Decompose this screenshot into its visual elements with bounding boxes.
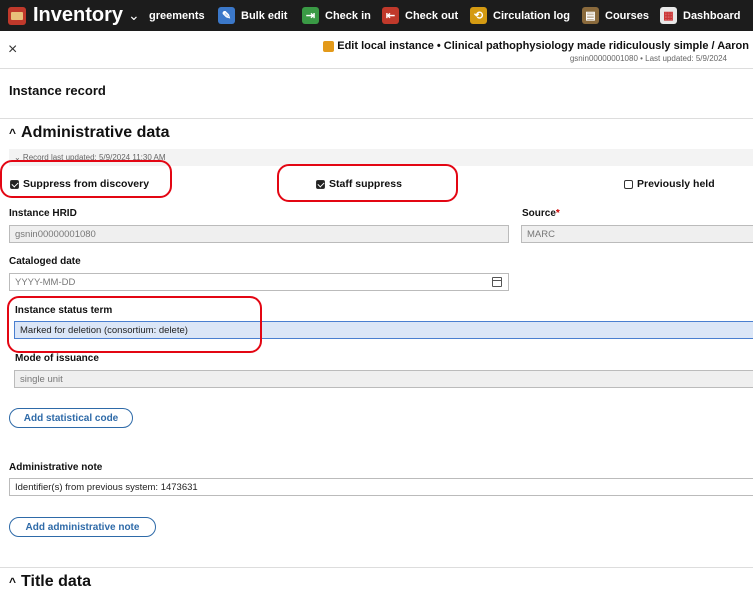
- instance-hrid-field: gsnin00000001080: [9, 225, 509, 243]
- nav-check-in[interactable]: ⇥ Check in: [302, 4, 371, 27]
- close-icon[interactable]: ×: [8, 41, 17, 59]
- check-in-icon: ⇥: [302, 7, 319, 24]
- title-data-accordion[interactable]: ^ Title data: [9, 573, 91, 591]
- annotation-highlight-status-term: [7, 296, 262, 353]
- divider: [0, 68, 753, 69]
- administrative-note-label: Administrative note: [9, 462, 103, 473]
- mode-of-issuance-select: single unit: [14, 370, 753, 388]
- nav-label: Bulk edit: [241, 9, 288, 22]
- annotation-highlight-suppress-discovery: [0, 160, 172, 198]
- page-subtitle: gsnin00000001080 • Last updated: 5/9/202…: [569, 54, 727, 63]
- source-label: Source*: [522, 208, 560, 219]
- divider: [0, 118, 753, 119]
- calendar-icon[interactable]: [492, 277, 502, 287]
- section-title: Administrative data: [21, 124, 170, 141]
- nav-agreements[interactable]: greements: [149, 4, 205, 27]
- checkbox-unchecked-icon[interactable]: [624, 179, 633, 189]
- date-placeholder: YYYY-MM-DD: [15, 276, 76, 288]
- page-title: Edit local instance • Clinical pathophys…: [323, 40, 749, 52]
- nav-courses[interactable]: ▤ Courses: [582, 4, 649, 27]
- bulk-edit-icon: ✎: [218, 7, 235, 24]
- nav-dashboard[interactable]: ▦ Dashboard: [660, 4, 740, 27]
- add-statistical-code-button[interactable]: Add statistical code: [9, 408, 133, 428]
- cataloged-date-input[interactable]: YYYY-MM-DD: [9, 273, 509, 291]
- chevron-down-icon: ⌄: [128, 7, 140, 23]
- cataloged-date-label: Cataloged date: [9, 256, 81, 267]
- nav-label: Check in: [325, 9, 371, 22]
- nav-check-out[interactable]: ⇤ Check out: [382, 4, 458, 27]
- administrative-note-input[interactable]: Identifier(s) from previous system: 1473…: [9, 478, 753, 496]
- courses-icon: ▤: [582, 7, 599, 24]
- instance-icon: [323, 40, 335, 52]
- nav-circulation-log[interactable]: ⟲ Circulation log: [470, 4, 570, 27]
- source-label-text: Source: [522, 208, 556, 219]
- nav-bulk-edit[interactable]: ✎ Bulk edit: [218, 4, 287, 27]
- annotation-highlight-staff-suppress: [277, 164, 458, 202]
- instance-hrid-label: Instance HRID: [9, 208, 77, 219]
- dashboard-icon: ▦: [660, 7, 677, 24]
- previously-held-checkbox[interactable]: Previously held: [624, 178, 715, 190]
- chevron-up-icon: ^: [9, 126, 17, 140]
- check-out-icon: ⇤: [382, 7, 399, 24]
- required-marker: *: [555, 208, 560, 219]
- nav-label: Dashboard: [683, 9, 741, 22]
- section-title: Title data: [21, 573, 91, 590]
- app-name: Inventory: [33, 4, 124, 26]
- chevron-up-icon: ^: [9, 575, 17, 589]
- instance-record-heading: Instance record: [9, 83, 106, 98]
- top-nav-bar: Inventory ⌄ greements ✎ Bulk edit ⇥ Chec…: [0, 0, 753, 31]
- mode-of-issuance-label: Mode of issuance: [15, 353, 99, 364]
- inventory-app-icon: [8, 6, 26, 25]
- nav-label: Circulation log: [493, 9, 570, 22]
- nav-label: greements: [149, 9, 205, 22]
- divider: [0, 567, 753, 568]
- app-switcher[interactable]: Inventory ⌄: [8, 2, 140, 29]
- circulation-log-icon: ⟲: [470, 7, 487, 24]
- source-field: MARC: [521, 225, 753, 243]
- nav-label: Courses: [605, 9, 650, 22]
- add-administrative-note-button[interactable]: Add administrative note: [9, 517, 156, 537]
- nav-label: Check out: [405, 9, 459, 22]
- checkbox-label: Previously held: [637, 178, 715, 190]
- administrative-data-accordion[interactable]: ^ Administrative data: [9, 124, 170, 142]
- page-title-text: Edit local instance • Clinical pathophys…: [337, 40, 749, 52]
